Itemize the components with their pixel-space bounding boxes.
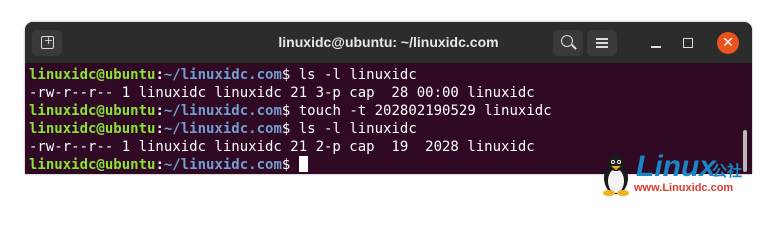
- prompt-path: ~/linuxidc.com: [163, 121, 282, 137]
- close-icon: ✕: [722, 35, 734, 51]
- output-text: -rw-r--r-- 1 linuxidc linuxidc 21 3-p ca…: [29, 85, 535, 101]
- search-icon: [561, 35, 573, 47]
- prompt-separator: :: [155, 121, 164, 137]
- minimize-icon: [651, 46, 661, 48]
- terminal-command-line: linuxidc@ubuntu:~/linuxidc.com$ ls -l li…: [29, 120, 734, 138]
- maximize-icon: [683, 38, 693, 48]
- prompt-separator: :: [155, 67, 164, 83]
- penguin-logo-icon: [603, 155, 629, 196]
- watermark-brand: Linux: [636, 150, 716, 183]
- menu-button[interactable]: [587, 30, 617, 56]
- prompt-path: ~/linuxidc.com: [163, 67, 282, 83]
- prompt-separator: :: [155, 103, 164, 119]
- close-button[interactable]: ✕: [717, 32, 739, 54]
- command-text: ls -l linuxidc: [290, 121, 417, 137]
- terminal-command-line: linuxidc@ubuntu:~/linuxidc.com$ touch -t…: [29, 102, 734, 120]
- minimize-button[interactable]: [645, 32, 667, 54]
- terminal-cursor: [298, 156, 308, 172]
- prompt-user: linuxidc@ubuntu: [29, 121, 156, 137]
- output-text: -rw-r--r-- 1 linuxidc linuxidc 21 2-p ca…: [29, 139, 535, 155]
- command-text: [290, 157, 298, 173]
- title-bar[interactable]: linuxidc@ubuntu: ~/linuxidc.com ✕: [25, 22, 752, 63]
- window-title: linuxidc@ubuntu: ~/linuxidc.com: [278, 34, 499, 50]
- prompt-separator: :: [155, 157, 164, 173]
- watermark-suffix: 公社: [712, 162, 743, 180]
- command-text: touch -t 202802190529 linuxidc: [290, 103, 552, 119]
- watermark-url: www.Linuxidc.com: [634, 182, 734, 194]
- watermark: Linux 公社 www.Linuxidc.com: [600, 152, 772, 196]
- prompt-user: linuxidc@ubuntu: [29, 103, 156, 119]
- search-button[interactable]: [553, 30, 583, 56]
- prompt-path: ~/linuxidc.com: [163, 157, 282, 173]
- maximize-button[interactable]: [677, 32, 699, 54]
- terminal-output-line: -rw-r--r-- 1 linuxidc linuxidc 21 3-p ca…: [29, 84, 734, 102]
- prompt-path: ~/linuxidc.com: [163, 103, 282, 119]
- hamburger-menu-icon: [596, 38, 608, 48]
- prompt-user: linuxidc@ubuntu: [29, 157, 156, 173]
- prompt-user: linuxidc@ubuntu: [29, 67, 156, 83]
- terminal-command-line: linuxidc@ubuntu:~/linuxidc.com$ ls -l li…: [29, 66, 734, 84]
- command-text: ls -l linuxidc: [290, 67, 417, 83]
